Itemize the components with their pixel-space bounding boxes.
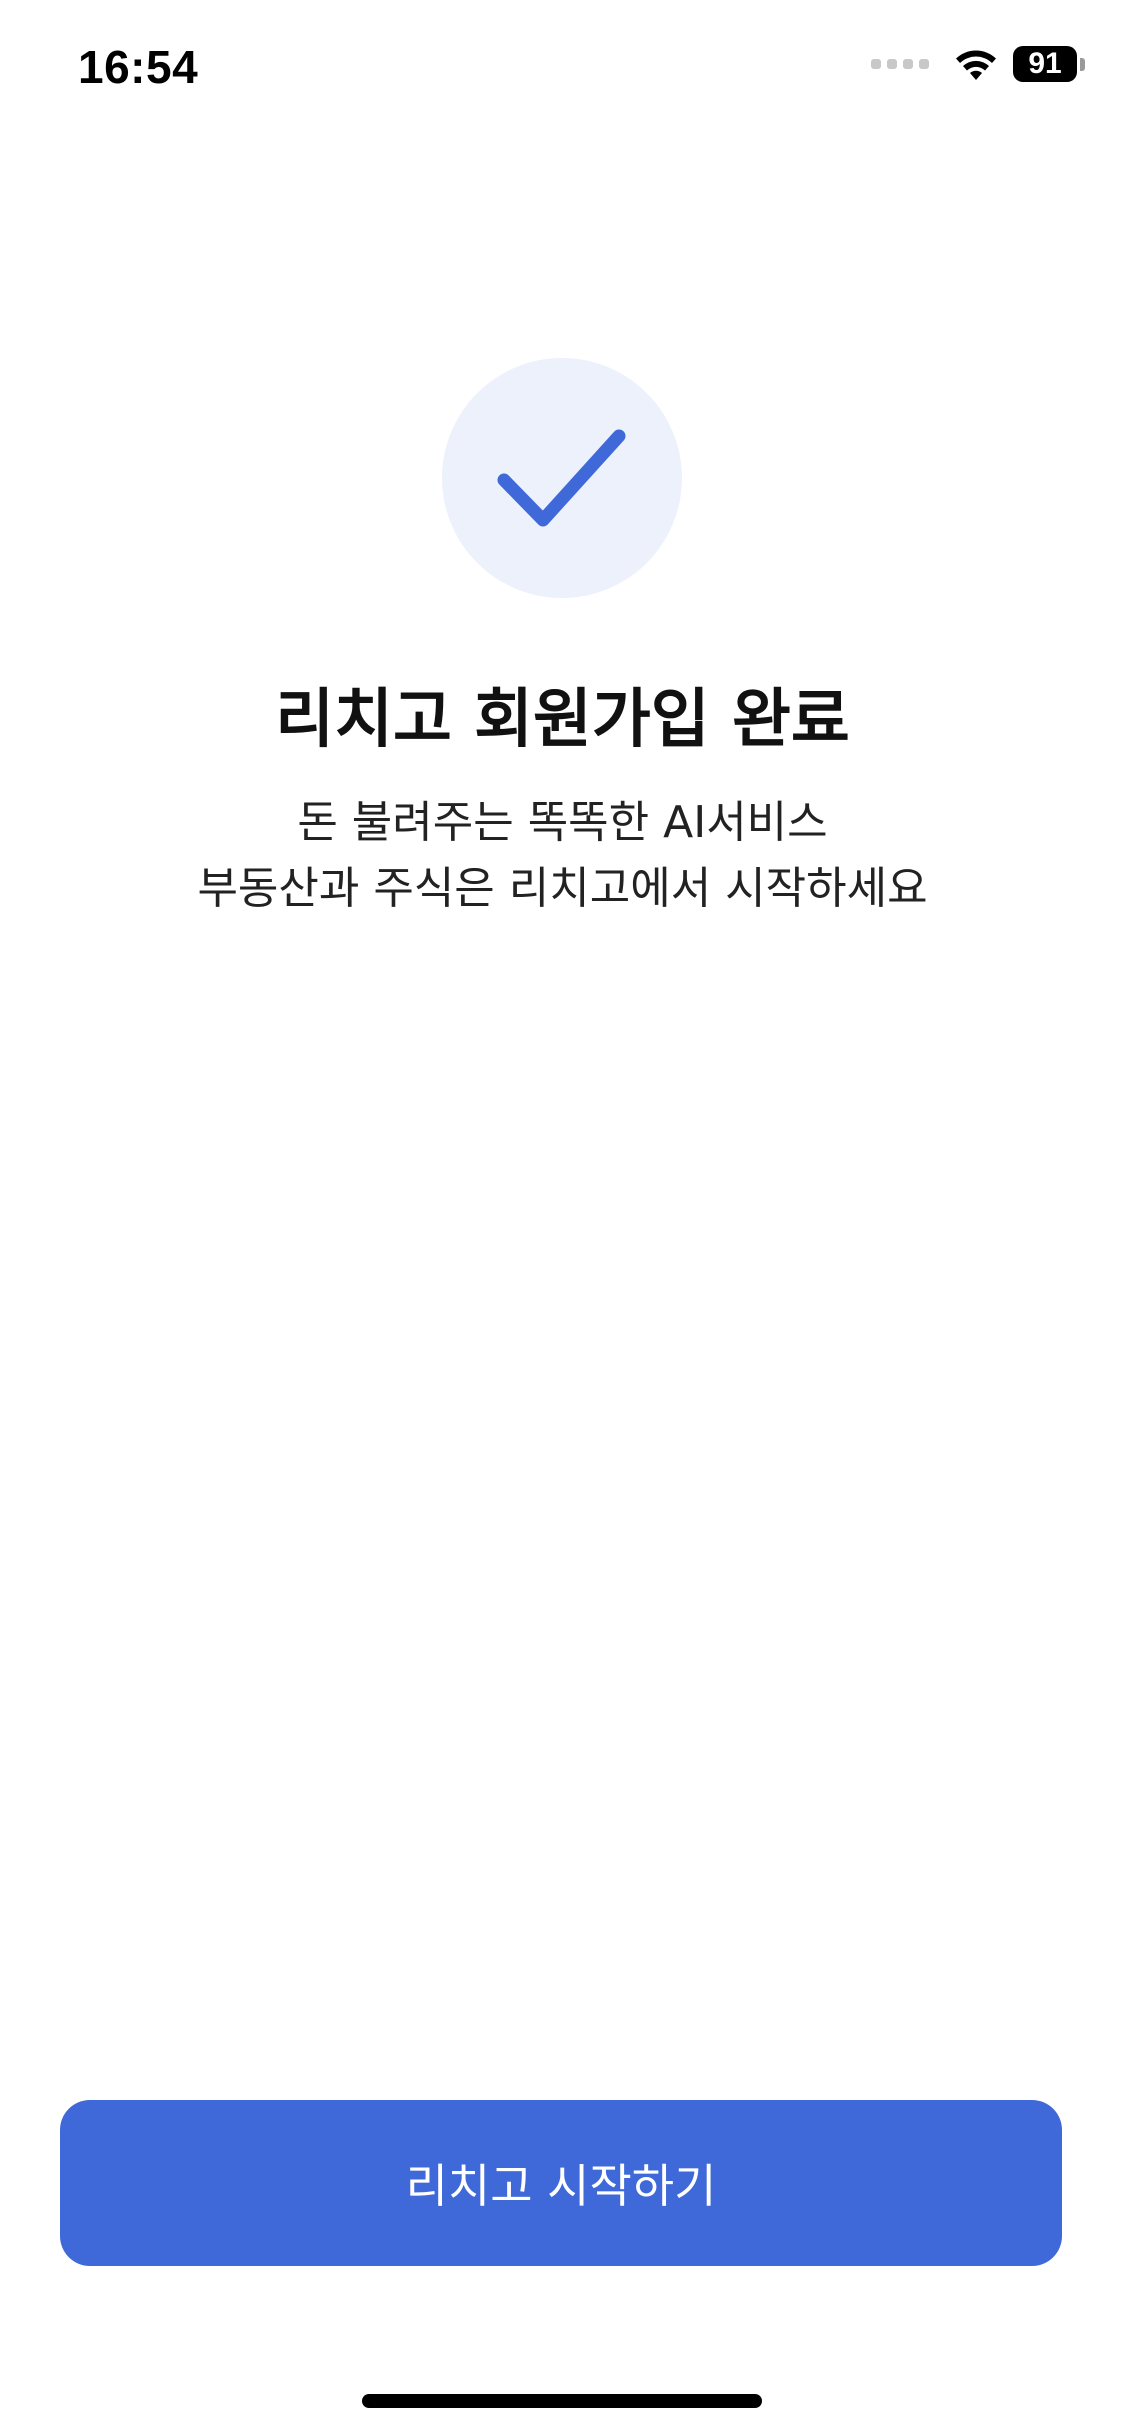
subtitle: 돈 불려주는 똑똑한 AI서비스 부동산과 주식은 리치고에서 시작하세요 [0,790,1125,922]
status-indicators: 91 [871,46,1085,82]
battery-level: 91 [1013,46,1077,82]
wifi-icon [956,50,996,80]
start-button[interactable]: 리치고 시작하기 [60,2100,1062,2266]
status-bar: 16:54 91 [0,0,1125,140]
status-time: 16:54 [78,41,199,93]
checkmark-icon [497,429,626,527]
page-title: 리치고 회원가입 완료 [275,683,850,757]
battery-icon: 91 [1013,46,1085,82]
home-indicator[interactable] [362,2394,762,2408]
cellular-signal-icon [871,59,929,69]
subtitle-line-1: 돈 불려주는 똑똑한 AI서비스 [297,797,828,848]
success-badge [442,358,682,598]
subtitle-line-2: 부동산과 주식은 리치고에서 시작하세요 [197,863,928,914]
